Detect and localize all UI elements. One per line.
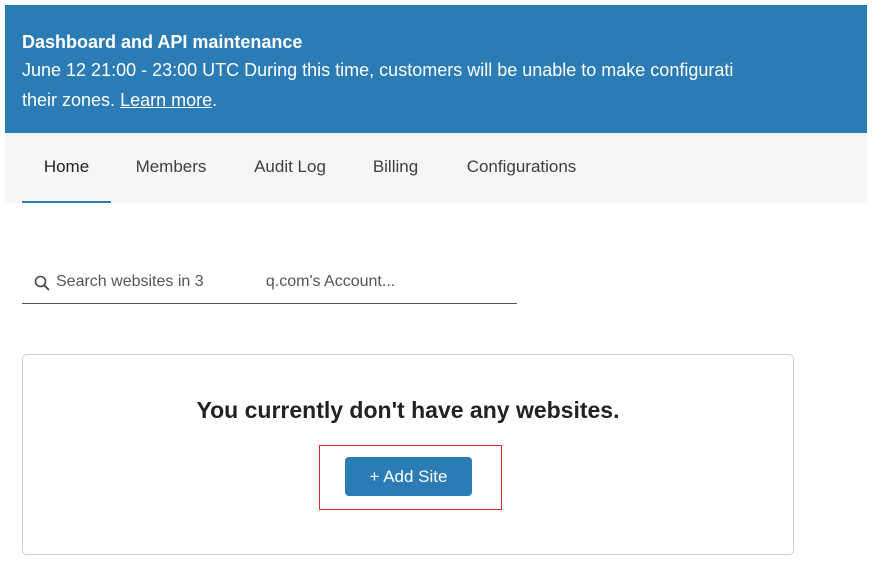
empty-state-card: You currently don't have any websites. +… xyxy=(22,354,794,555)
maintenance-banner: Dashboard and API maintenance June 12 21… xyxy=(5,5,867,133)
page: Dashboard and API maintenance June 12 21… xyxy=(0,0,872,573)
banner-line-2-suffix: . xyxy=(212,90,218,110)
tab-configurations[interactable]: Configurations xyxy=(459,133,584,203)
banner-line-2-prefix: their zones. xyxy=(22,90,121,110)
empty-state-message: You currently don't have any websites. xyxy=(196,397,620,423)
banner-title: Dashboard and API maintenance xyxy=(22,32,303,52)
learn-more-link[interactable]: Learn more xyxy=(120,90,212,110)
account-tabs: Home Members Audit Log Billing Configura… xyxy=(5,133,867,203)
add-site-button[interactable]: + Add Site xyxy=(345,457,472,496)
search-input[interactable] xyxy=(56,268,511,296)
tab-members[interactable]: Members xyxy=(129,133,213,203)
tab-home[interactable]: Home xyxy=(22,133,111,203)
banner-line-1: June 12 21:00 - 23:00 UTC During this ti… xyxy=(22,60,734,80)
tab-audit-log[interactable]: Audit Log xyxy=(248,133,332,203)
website-search xyxy=(22,260,517,304)
tab-billing[interactable]: Billing xyxy=(368,133,423,203)
banner-line-2: their zones. Learn more. xyxy=(22,85,867,115)
search-icon xyxy=(34,275,50,291)
